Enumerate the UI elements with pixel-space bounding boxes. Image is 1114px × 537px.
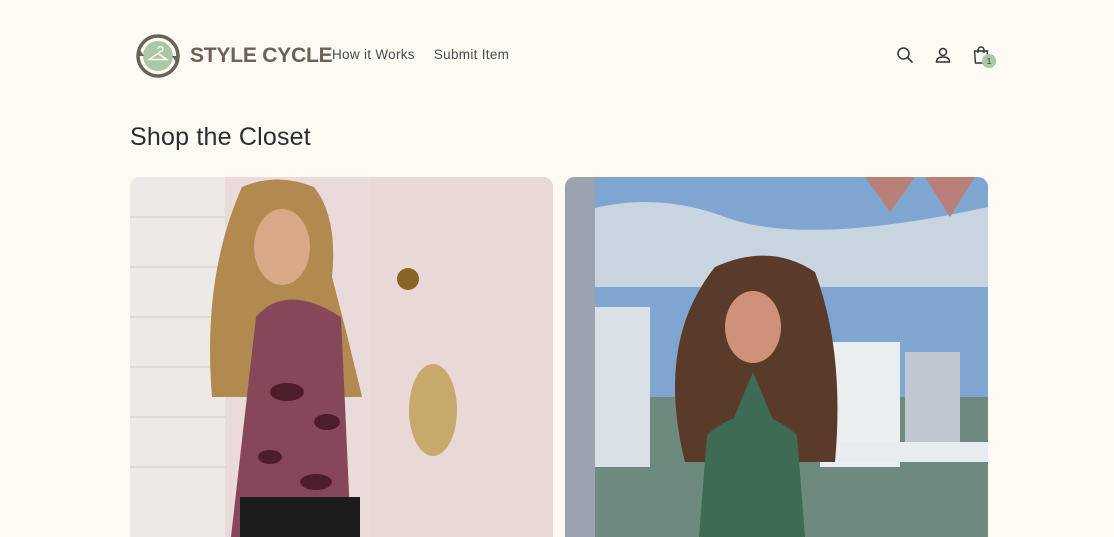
- user-icon: [935, 47, 951, 63]
- brand-name: STYLE CYCLE: [190, 44, 333, 67]
- search-icon: [897, 47, 913, 63]
- product-card[interactable]: [130, 177, 553, 537]
- page-title: Shop the Closet: [130, 123, 311, 151]
- brand-logo[interactable]: STYLE CYCLE: [132, 32, 333, 80]
- product-grid: [130, 177, 988, 537]
- product-photo-green-halter: [565, 177, 988, 537]
- account-button[interactable]: [931, 42, 955, 68]
- header-actions: 1: [893, 42, 996, 68]
- cart-button[interactable]: 1: [969, 42, 996, 68]
- hanger-cycle-icon: [136, 34, 180, 78]
- nav-submit-item[interactable]: Submit Item: [434, 47, 509, 62]
- search-button[interactable]: [893, 42, 917, 68]
- cart-count-badge: 1: [982, 54, 996, 68]
- site-header: STYLE CYCLE How it Works Submit Item 1: [0, 0, 1114, 112]
- product-card[interactable]: [565, 177, 988, 537]
- product-photo-floral-top: [130, 177, 553, 537]
- main-nav: How it Works Submit Item: [332, 47, 509, 62]
- nav-how-it-works[interactable]: How it Works: [332, 47, 415, 62]
